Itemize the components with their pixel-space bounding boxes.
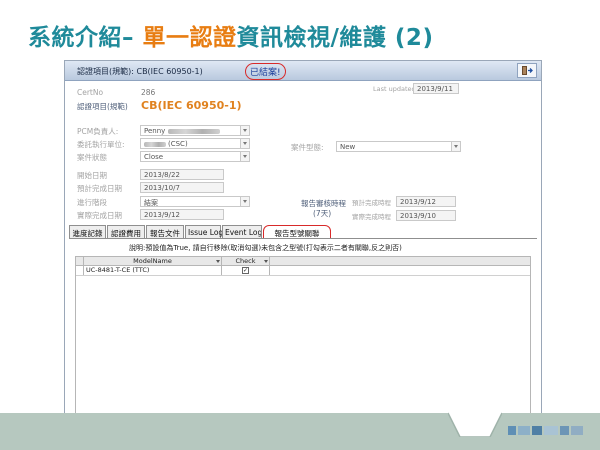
case-type-value: New	[340, 143, 356, 151]
chevron-down-icon[interactable]	[240, 152, 249, 161]
planned-done-field[interactable]: 2013/10/7	[140, 182, 224, 193]
grid-header: ModelName Check	[76, 257, 530, 266]
exit-door-icon	[522, 66, 533, 75]
tab-report-model-link[interactable]: 報告型號關聯	[263, 225, 331, 239]
stage-label: 進行階段	[77, 198, 107, 207]
chevron-down-icon[interactable]	[451, 142, 460, 151]
tab-progress-record[interactable]: 進度記錄	[69, 225, 106, 238]
column-header-modelname-label: ModelName	[133, 257, 172, 265]
pcm-value: Penny	[144, 127, 166, 135]
report-review-days: (7天)	[313, 209, 332, 218]
agency-label: 委託執行單位:	[77, 140, 125, 149]
column-header-check[interactable]: Check	[222, 257, 270, 265]
report-actual-field[interactable]: 2013/9/10	[396, 210, 456, 221]
checkbox-checked-icon[interactable]: ✓	[242, 267, 249, 274]
actual-done-field[interactable]: 2013/9/12	[140, 209, 224, 220]
footer-arrow-shape	[448, 412, 502, 437]
agency-select[interactable]: (CSC)	[140, 138, 250, 149]
case-type-select[interactable]: New	[336, 141, 461, 152]
chevron-down-icon[interactable]	[264, 260, 268, 263]
redacted-name	[168, 128, 221, 134]
agency-value: (CSC)	[168, 140, 188, 148]
tab-report-documents[interactable]: 報告文件	[146, 225, 184, 238]
model-grid: ModelName Check UC-8481-T-CE (TTC) ✓	[75, 256, 531, 419]
company-logo	[508, 426, 588, 436]
chevron-down-icon[interactable]	[240, 197, 249, 206]
report-planned-field[interactable]: 2013/9/12	[396, 196, 456, 207]
case-status-label: 案件狀態	[77, 153, 107, 162]
cert-item-value: CB(IEC 60950-1)	[141, 99, 242, 112]
report-actual-label: 實際完成時程	[352, 213, 391, 221]
pcm-label: PCM負責人:	[77, 127, 119, 136]
slide-title-part3: 資訊檢視/維護 (2)	[236, 25, 434, 51]
redacted-agency	[144, 141, 166, 147]
stage-select[interactable]: 結案	[140, 196, 250, 207]
start-date-field[interactable]: 2013/8/22	[140, 169, 224, 180]
column-header-check-label: Check	[235, 257, 256, 265]
tab-event-log[interactable]: Event Log	[222, 225, 262, 238]
certno-label: CertNo	[77, 88, 104, 97]
slide-title: 系統介紹– 單一認證資訊檢視/維護 (2)	[28, 18, 433, 52]
slide-title-part1: 系統介紹–	[28, 25, 143, 51]
stage-value: 結案	[144, 199, 158, 207]
start-date-label: 開始日期	[77, 171, 107, 180]
last-updated-value: 2013/9/11	[413, 83, 459, 94]
exit-button[interactable]	[517, 63, 537, 78]
panel-note: 說明:預設值為True, 請自行移除(取消勾選)未包含之型號(打勾表示二者有關聯…	[129, 244, 402, 252]
case-status-value: Close	[144, 153, 164, 161]
chevron-down-icon[interactable]	[216, 260, 220, 263]
table-row[interactable]: UC-8481-T-CE (TTC) ✓	[76, 266, 530, 276]
chevron-down-icon[interactable]	[240, 126, 249, 135]
pcm-select[interactable]: Penny	[140, 125, 250, 136]
certno-value: 286	[141, 88, 156, 97]
planned-done-label: 預計完成日期	[77, 184, 122, 193]
slide-title-part2: 單一認證	[142, 25, 237, 51]
case-type-label: 案件型態:	[291, 143, 324, 152]
row-check-cell: ✓	[222, 266, 270, 275]
form-title-bar: 認證項目(規範): CB(IEC 60950-1) 已結案!	[65, 61, 541, 81]
row-model-name: UC-8481-T-CE (TTC)	[84, 266, 222, 275]
last-updated-label: Last updated	[373, 85, 416, 93]
form-title: 認證項目(規範): CB(IEC 60950-1)	[77, 67, 203, 76]
actual-done-label: 實際完成日期	[77, 211, 122, 220]
tab-issue-log[interactable]: Issue Log	[185, 225, 223, 238]
access-form-window: 認證項目(規範): CB(IEC 60950-1) 已結案! CertNo 28…	[64, 60, 542, 420]
report-planned-label: 預計完成時程	[352, 199, 391, 207]
tab-cert-fees[interactable]: 認證費用	[107, 225, 145, 238]
tab-panel: 說明:預設值為True, 請自行移除(取消勾選)未包含之型號(打勾表示二者有關聯…	[69, 238, 537, 419]
column-header-modelname[interactable]: ModelName	[84, 257, 222, 265]
case-status-select[interactable]: Close	[140, 151, 250, 162]
row-selector-header	[76, 257, 84, 265]
row-selector[interactable]	[76, 266, 84, 275]
chevron-down-icon[interactable]	[240, 139, 249, 148]
cert-item-label: 認證項目(規範)	[77, 102, 128, 111]
closed-status-stamp: 已結案!	[245, 63, 286, 80]
